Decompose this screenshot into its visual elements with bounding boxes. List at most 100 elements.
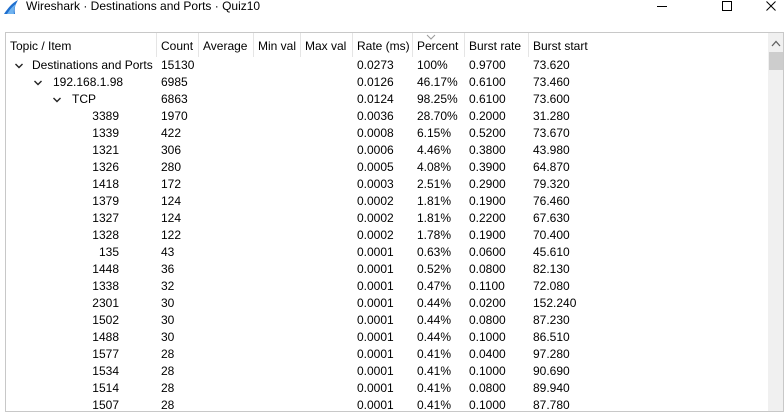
cell-percent: 1.81% (417, 194, 452, 208)
cell-count: 172 (161, 177, 182, 191)
cell-rate: 0.0002 (357, 228, 394, 242)
cell-rate: 0.0001 (357, 347, 394, 361)
tree-row[interactable]: 1488 30 0.0001 0.44% 0.1000 86.510 (6, 329, 766, 346)
cell-rate: 0.0001 (357, 262, 394, 276)
cell-topic: 1338 (92, 279, 119, 293)
tree-row[interactable]: 1507 28 0.0001 0.41% 0.1000 87.780 (6, 397, 766, 412)
cell-burst-rate: 0.3800 (469, 143, 506, 157)
tree-row[interactable]: 2301 30 0.0001 0.44% 0.0200 152.240 (6, 295, 766, 312)
cell-percent: 0.44% (417, 330, 452, 344)
tree-row[interactable]: 1418 172 0.0003 2.51% 0.2900 79.320 (6, 176, 766, 193)
cell-rate: 0.0001 (357, 381, 394, 395)
cell-burst-rate: 0.3900 (469, 160, 506, 174)
cell-burst-rate: 0.2200 (469, 211, 506, 225)
cell-percent: 28.70% (417, 109, 458, 123)
cell-percent: 4.08% (417, 160, 452, 174)
cell-rate: 0.0008 (357, 126, 394, 140)
cell-burst-start: 73.620 (533, 58, 570, 72)
tree-row[interactable]: 1379 124 0.0002 1.81% 0.1900 76.460 (6, 193, 766, 210)
cell-burst-rate: 0.0800 (469, 262, 506, 276)
cell-burst-rate: 0.1000 (469, 364, 506, 378)
cell-rate: 0.0001 (357, 245, 394, 259)
column-header-burst-rate[interactable]: Burst rate (465, 33, 529, 57)
cell-burst-rate: 0.0800 (469, 381, 506, 395)
tree-row[interactable]: 1448 36 0.0001 0.52% 0.0800 82.130 (6, 261, 766, 278)
column-header-count[interactable]: Count (157, 33, 199, 57)
cell-burst-start: 76.460 (533, 194, 570, 208)
tree-row[interactable]: 1577 28 0.0001 0.41% 0.0400 97.280 (6, 346, 766, 363)
cell-burst-start: 73.460 (533, 75, 570, 89)
cell-burst-start: 97.280 (533, 347, 570, 361)
cell-count: 124 (161, 194, 182, 208)
scroll-up-button[interactable] (768, 36, 783, 50)
sort-descending-icon (426, 34, 436, 40)
statistics-tree-table[interactable]: Topic / Item Count Average Min val Max v… (5, 32, 784, 412)
cell-rate: 0.0001 (357, 296, 394, 310)
tree-row[interactable]: 1327 124 0.0002 1.81% 0.2200 67.630 (6, 210, 766, 227)
column-header-min-val[interactable]: Min val (254, 33, 301, 57)
window-title: Wireshark · Destinations and Ports · Qui… (26, 0, 261, 13)
maximize-button[interactable] (704, 0, 750, 14)
minimize-button[interactable] (639, 0, 685, 14)
cell-burst-rate: 0.0600 (469, 245, 506, 259)
cell-burst-start: 72.080 (533, 279, 570, 293)
column-header-burst-start[interactable]: Burst start (529, 33, 766, 57)
cell-count: 422 (161, 126, 182, 140)
cell-count: 122 (161, 228, 182, 242)
tree-row[interactable]: 1534 28 0.0001 0.41% 0.1000 90.690 (6, 363, 766, 380)
tree-row[interactable]: 135 43 0.0001 0.63% 0.0600 45.610 (6, 244, 766, 261)
vertical-scrollbar[interactable] (768, 33, 783, 411)
tree-row[interactable]: 1339 422 0.0008 6.15% 0.5200 73.670 (6, 125, 766, 142)
cell-burst-rate: 0.1000 (469, 330, 506, 344)
cell-rate: 0.0001 (357, 313, 394, 327)
tree-row[interactable]: 1338 32 0.0001 0.47% 0.1100 72.080 (6, 278, 766, 295)
cell-burst-rate: 0.2000 (469, 109, 506, 123)
scroll-thumb[interactable] (769, 52, 783, 70)
cell-rate: 0.0001 (357, 330, 394, 344)
cell-rate: 0.0124 (357, 92, 394, 106)
cell-percent: 0.44% (417, 313, 452, 327)
cell-burst-start: 86.510 (533, 330, 570, 344)
cell-percent: 0.44% (417, 296, 452, 310)
cell-percent: 46.17% (417, 75, 458, 89)
tree-row[interactable]: 1328 122 0.0002 1.78% 0.1900 70.400 (6, 227, 766, 244)
tree-row[interactable]: 1514 28 0.0001 0.41% 0.0800 89.940 (6, 380, 766, 397)
cell-topic: 1507 (92, 398, 119, 412)
cell-burst-rate: 0.6100 (469, 75, 506, 89)
tree-row[interactable]: 1326 280 0.0005 4.08% 0.3900 64.870 (6, 159, 766, 176)
cell-topic: 1534 (92, 364, 119, 378)
tree-row[interactable]: Destinations and Ports 15130 0.0273 100% 0.9… (6, 57, 766, 74)
cell-percent: 0.52% (417, 262, 452, 276)
cell-topic: 1418 (92, 177, 119, 191)
cell-rate: 0.0036 (357, 109, 394, 123)
column-header-average[interactable]: Average (199, 33, 254, 57)
cell-topic: 3389 (92, 109, 119, 123)
cell-burst-start: 45.610 (533, 245, 570, 259)
cell-topic: 1577 (92, 347, 119, 361)
chevron-down-icon[interactable] (33, 78, 43, 88)
tree-row[interactable]: TCP 6863 0.0124 98.25% 0.6100 73.600 (6, 91, 766, 108)
chevron-down-icon[interactable] (14, 61, 24, 71)
cell-percent: 0.63% (417, 245, 452, 259)
column-header-rate[interactable]: Rate (ms) (353, 33, 413, 57)
cell-topic: 2301 (92, 296, 119, 310)
cell-burst-rate: 0.1900 (469, 228, 506, 242)
tree-row[interactable]: 3389 1970 0.0036 28.70% 0.2000 31.280 (6, 108, 766, 125)
cell-burst-start: 152.240 (533, 296, 577, 310)
tree-row[interactable]: 1321 306 0.0006 4.46% 0.3800 43.980 (6, 142, 766, 159)
cell-percent: 100% (417, 58, 448, 72)
cell-burst-start: 89.940 (533, 381, 570, 395)
tree-row[interactable]: 1502 30 0.0001 0.44% 0.0800 87.230 (6, 312, 766, 329)
column-header-topic[interactable]: Topic / Item (6, 33, 157, 57)
cell-topic: 1448 (92, 262, 119, 276)
chevron-down-icon[interactable] (52, 95, 62, 105)
cell-count: 280 (161, 160, 182, 174)
tree-row[interactable]: 192.168.1.98 6985 0.0126 46.17% 0.6100 73.460 (6, 74, 766, 91)
cell-topic: 1327 (92, 211, 119, 225)
column-header-max-val[interactable]: Max val (301, 33, 353, 57)
cell-burst-start: 70.400 (533, 228, 570, 242)
cell-count: 1970 (161, 109, 188, 123)
column-header-percent[interactable]: Percent (413, 33, 465, 57)
close-button[interactable] (748, 0, 784, 14)
cell-count: 30 (161, 296, 175, 310)
